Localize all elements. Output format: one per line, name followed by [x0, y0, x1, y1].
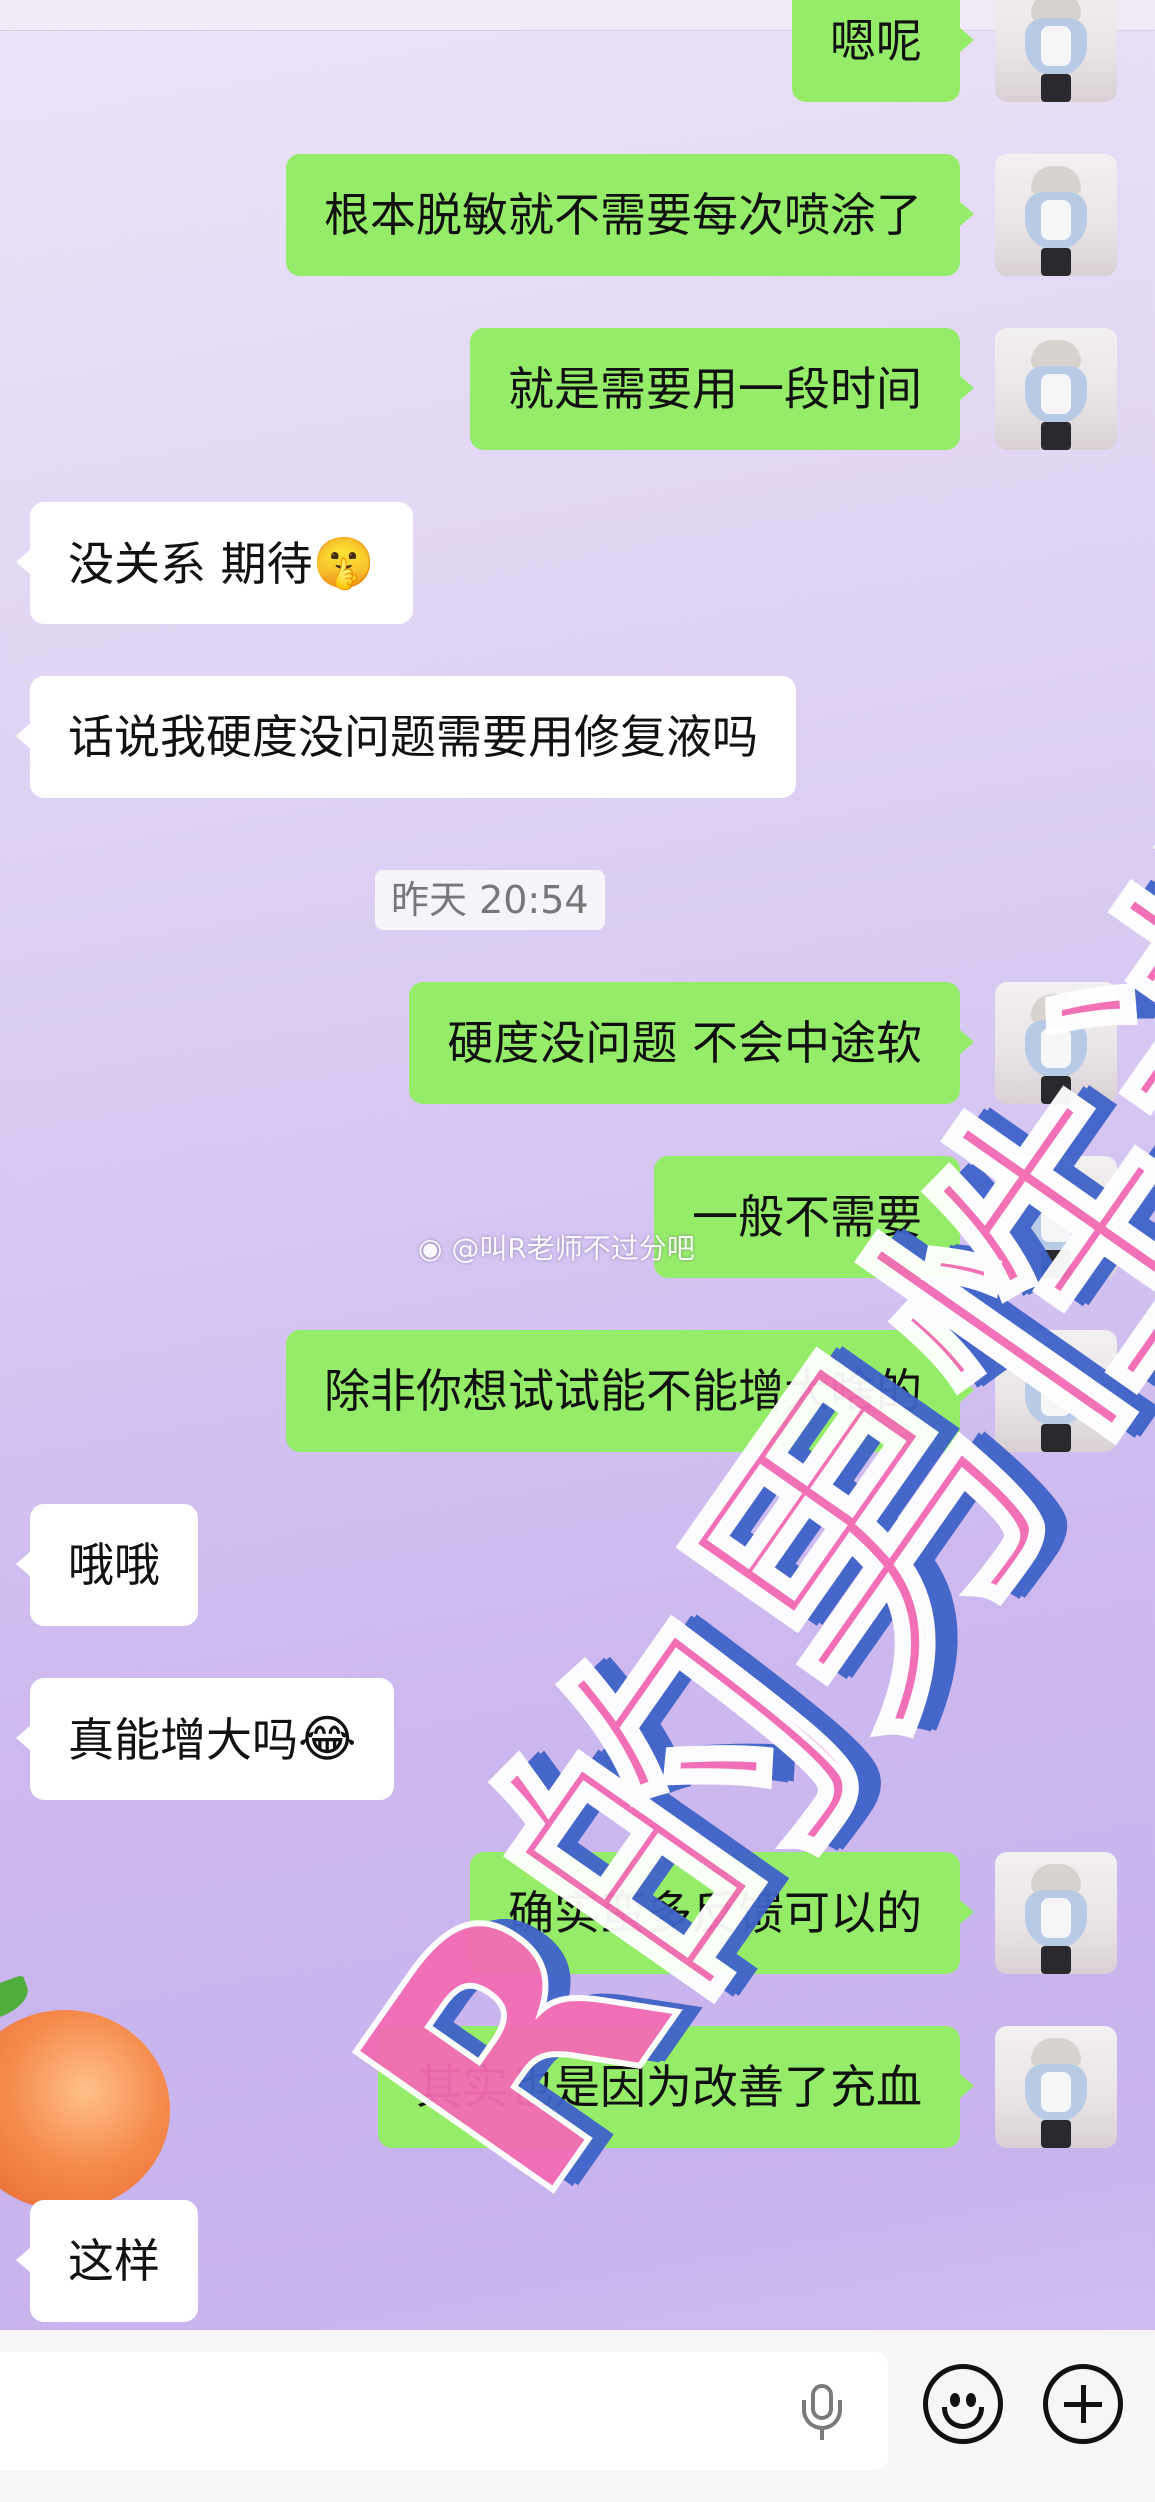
emoji-icon[interactable]	[923, 2364, 1003, 2444]
message-row: 根本脱敏就不需要每次喷涂了	[0, 154, 1155, 278]
my-avatar[interactable]	[995, 0, 1117, 102]
my-avatar[interactable]	[995, 1330, 1117, 1452]
my-avatar[interactable]	[995, 982, 1117, 1104]
message-row: 嗯呢	[0, 0, 1155, 104]
message-text: 话说我硬度没问题需要用修复液吗	[68, 710, 758, 764]
message-text: 硬度没问题 不会中途软	[447, 1016, 922, 1070]
message-text: 除非你想试试能不能增大啥的	[324, 1364, 922, 1418]
input-bar	[0, 2330, 1155, 2502]
message-text: 真能增大吗	[68, 1713, 298, 1767]
shushing-face-emoji: 🤫	[312, 534, 375, 592]
message-text: 一般不需要	[692, 1190, 922, 1244]
message-bubble-sent[interactable]: 硬度没问题 不会中途软	[409, 982, 974, 1104]
tears-of-joy-emoji: 😂	[298, 1710, 357, 1768]
message-bubble-sent[interactable]: 除非你想试试能不能增大啥的	[286, 1330, 974, 1452]
message-bubble-received[interactable]: 没关系 期待🤫	[16, 502, 413, 624]
message-bubble-received[interactable]: 真能增大吗😂	[15, 1678, 395, 1800]
message-text: 嗯呢	[830, 14, 922, 68]
message-row: 硬度没问题 不会中途软	[0, 982, 1155, 1106]
message-text: 根本脱敏就不需要每次喷涂了	[324, 188, 922, 242]
message-text: 没关系 期待	[68, 537, 313, 591]
message-text: 确实蛮多反馈可以的	[508, 1886, 922, 1940]
message-row: 这样	[0, 2200, 1155, 2324]
message-row: 哦哦	[0, 1504, 1155, 1628]
plus-icon[interactable]	[1043, 2364, 1123, 2444]
my-avatar[interactable]	[995, 2026, 1117, 2148]
my-avatar[interactable]	[995, 1852, 1117, 1974]
message-bubble-sent[interactable]: 一般不需要	[654, 1156, 974, 1278]
message-row: 其实也是因为改善了充血	[0, 2026, 1155, 2150]
message-bubble-received[interactable]: 哦哦	[16, 1504, 198, 1626]
message-bubble-sent[interactable]: 根本脱敏就不需要每次喷涂了	[286, 154, 974, 276]
my-avatar[interactable]	[995, 154, 1117, 276]
message-text: 就是需要用一段时间	[508, 362, 922, 416]
weibo-icon: ◉	[418, 1232, 452, 1265]
message-row: 没关系 期待🤫	[0, 502, 1155, 626]
message-bubble-received[interactable]: 话说我硬度没问题需要用修复液吗	[16, 676, 796, 798]
message-text: 其实也是因为改善了充血	[416, 2060, 922, 2114]
weibo-watermark: ◉ @叫R老师不过分吧	[418, 1232, 695, 1265]
message-row: 话说我硬度没问题需要用修复液吗	[0, 676, 1155, 800]
message-bubble-sent[interactable]: 就是需要用一段时间	[470, 328, 974, 450]
message-row: 真能增大吗😂	[0, 1678, 1155, 1802]
message-text: 哦哦	[68, 1538, 160, 1592]
timestamp: 昨天 20:54	[375, 870, 605, 930]
peach-sticker	[0, 1974, 170, 2210]
message-input[interactable]	[0, 2352, 888, 2470]
message-row: 除非你想试试能不能增大啥的	[0, 1330, 1155, 1454]
message-text: 这样	[68, 2234, 160, 2288]
my-avatar[interactable]	[995, 1156, 1117, 1278]
message-bubble-received[interactable]: 这样	[16, 2200, 198, 2322]
message-bubble-sent[interactable]: 确实蛮多反馈可以的	[470, 1852, 974, 1974]
message-row: 就是需要用一段时间	[0, 328, 1155, 452]
my-avatar[interactable]	[995, 328, 1117, 450]
message-row: 确实蛮多反馈可以的	[0, 1852, 1155, 1976]
message-bubble-sent[interactable]: 嗯呢	[792, 0, 974, 102]
microphone-icon[interactable]	[800, 2384, 844, 2440]
message-bubble-sent[interactable]: 其实也是因为改善了充血	[378, 2026, 974, 2148]
chat-area[interactable]: 嗯呢 根本脱敏就不需要每次喷涂了 就是需要用一段时间 没关系 期待🤫 话说我硬度…	[0, 0, 1155, 2330]
